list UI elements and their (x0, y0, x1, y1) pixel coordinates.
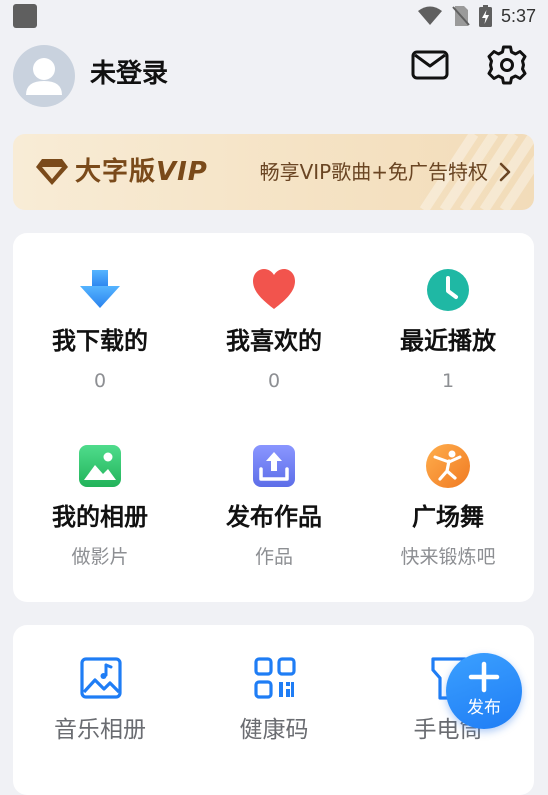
grid-sub: 0 (93, 370, 107, 392)
gear-icon (487, 45, 527, 85)
music-album-icon (80, 657, 122, 699)
vip-title-en: VIP (156, 157, 208, 187)
grid-label: 我下载的 (52, 327, 148, 355)
download-icon (80, 270, 120, 308)
qr-code-icon (254, 657, 296, 699)
user-avatar-icon (26, 58, 62, 95)
avatar[interactable] (13, 45, 75, 107)
tool-item-music-album[interactable]: 音乐相册 (13, 625, 187, 755)
grid-sub: 作品 (254, 546, 293, 568)
grid-item-downloads[interactable]: 我下载的 0 (13, 267, 187, 397)
status-icons: 5:37 (417, 3, 536, 29)
no-sim-icon (452, 6, 470, 26)
fab-label: 发布 (467, 698, 501, 718)
grid-label: 我喜欢的 (226, 327, 322, 355)
battery-charging-icon (478, 5, 492, 27)
login-status[interactable]: 未登录 (90, 56, 168, 92)
grid-label: 发布作品 (226, 503, 322, 531)
grid-item-recent[interactable]: 最近播放 1 (361, 267, 535, 397)
photo-album-icon (79, 445, 121, 487)
settings-button[interactable] (486, 44, 528, 86)
dancer-icon (426, 444, 470, 488)
grid-sub: 1 (441, 370, 455, 392)
vip-title-cn: 大字版 (75, 157, 157, 187)
messages-button[interactable] (409, 48, 451, 82)
grid-sub: 做影片 (71, 546, 129, 568)
upload-icon (253, 445, 295, 487)
status-time: 5:37 (500, 5, 536, 26)
grid-item-square-dance[interactable]: 广场舞 快来锻炼吧 (361, 443, 535, 573)
publish-fab-button[interactable]: 发布 (446, 653, 522, 729)
vip-description: 畅享VIP歌曲+免广告特权 (259, 160, 488, 184)
feature-grid: 我下载的 0 我喜欢的 0 最近播放 1 我的相册 做影片 发布作品 作品 广场… (13, 233, 534, 602)
grid-item-favorites[interactable]: 我喜欢的 0 (187, 267, 361, 397)
diamond-icon (36, 159, 68, 185)
tool-label: 音乐相册 (54, 717, 146, 743)
status-bar: 5:37 (0, 0, 548, 32)
grid-item-album[interactable]: 我的相册 做影片 (13, 443, 187, 573)
grid-item-publish[interactable]: 发布作品 作品 (187, 443, 361, 573)
profile-header: 未登录 (0, 36, 548, 116)
mail-icon (411, 50, 449, 80)
notification-icon (13, 4, 37, 28)
tool-item-health-code[interactable]: 健康码 (187, 625, 361, 755)
vip-title: 大字版VIP (75, 152, 208, 192)
plus-icon (468, 661, 500, 693)
chevron-right-icon (499, 162, 511, 182)
vip-banner[interactable]: 大字版VIP 畅享VIP歌曲+免广告特权 (13, 134, 534, 210)
grid-sub: 0 (267, 370, 281, 392)
clock-icon (427, 269, 469, 311)
tool-label: 健康码 (239, 717, 309, 743)
grid-label: 我的相册 (52, 503, 148, 531)
grid-label: 广场舞 (412, 503, 484, 531)
heart-icon (253, 269, 295, 309)
grid-sub: 快来锻炼吧 (400, 546, 496, 568)
wifi-icon (417, 6, 442, 25)
grid-label: 最近播放 (400, 327, 496, 355)
